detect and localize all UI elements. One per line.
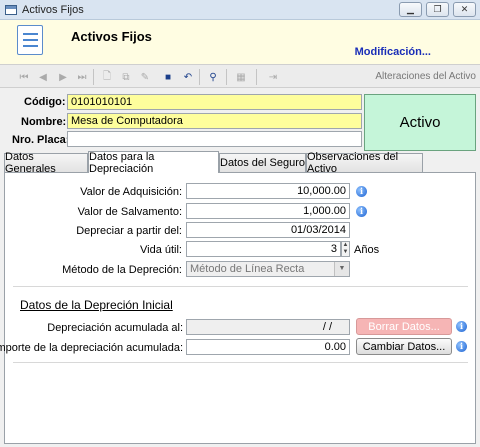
- vida-util-unit: Años: [354, 244, 380, 256]
- tab-seguro[interactable]: Datos del Seguro: [219, 153, 306, 172]
- acumulada-label: Depreciación acumulada al:: [47, 322, 183, 334]
- exit-icon[interactable]: ⇥: [265, 69, 281, 85]
- next-record-icon[interactable]: ▶: [55, 69, 71, 85]
- edit-record-icon[interactable]: ✎: [137, 69, 153, 85]
- tab-depreciacion[interactable]: Datos para la Depreciación: [88, 151, 219, 175]
- divider: [13, 362, 468, 363]
- toolbar-context-label: Alteraciones del Activo: [375, 71, 476, 82]
- toolbar: ⏮ ◀ ▶ ⏭ 🗋 ⧉ ✎ ■ ↶ ⚲ ▦ ⇥ Alteraciones del…: [0, 64, 480, 88]
- depreciar-label: Depreciar a partir del:: [76, 225, 182, 237]
- info-icon[interactable]: i: [356, 186, 367, 197]
- metodo-select[interactable]: Método de Línea Recta: [186, 261, 350, 277]
- first-record-icon[interactable]: ⏮: [16, 69, 32, 85]
- title-bar: Activos Fijos ▁ ❐ ✕: [0, 0, 480, 20]
- close-icon[interactable]: ✕: [453, 2, 476, 17]
- save-icon[interactable]: ■: [160, 69, 176, 85]
- window-title: Activos Fijos: [22, 3, 84, 16]
- tab-datos-generales[interactable]: Datos Generales: [4, 151, 88, 175]
- valor-adquisicion-label: Valor de Adquisición:: [80, 186, 182, 198]
- borrar-datos-button[interactable]: Borrar Datos...: [356, 318, 452, 335]
- importe-input[interactable]: 0.00: [186, 339, 350, 355]
- section-title: Datos de la Depreción Inicial: [20, 298, 173, 312]
- search-binoculars-icon[interactable]: ⚲: [205, 69, 221, 85]
- chevron-down-icon[interactable]: ▼: [334, 262, 349, 276]
- nombre-input[interactable]: Mesa de Computadora: [67, 113, 362, 129]
- last-record-icon[interactable]: ⏭: [74, 69, 90, 85]
- placa-label: Nro. Placa:: [12, 134, 70, 146]
- metodo-select-value: Método de Línea Recta: [190, 263, 305, 275]
- document-list-icon: [17, 25, 43, 55]
- tab-observaciones[interactable]: Observaciones del Activo: [306, 151, 423, 175]
- info-icon[interactable]: i: [456, 321, 467, 332]
- copy-record-icon[interactable]: ⧉: [118, 69, 134, 85]
- form-title: Activos Fijos: [71, 29, 152, 44]
- importe-label: Importe de la depreciación acumulada:: [0, 342, 183, 354]
- app-window-icon: [5, 4, 17, 15]
- toolbar-separator: [226, 69, 227, 85]
- new-record-icon[interactable]: 🗋: [99, 69, 115, 85]
- acumulada-fecha-input[interactable]: / /: [186, 319, 350, 335]
- info-icon[interactable]: i: [356, 206, 367, 217]
- depreciar-fecha-input[interactable]: 01/03/2014: [186, 222, 350, 238]
- vida-util-label: Vida útil:: [140, 244, 182, 256]
- divider: [13, 286, 468, 287]
- valor-salvamento-input[interactable]: 1,000.00: [186, 203, 350, 219]
- metodo-label: Método de la Depreción:: [62, 264, 182, 276]
- valor-salvamento-label: Valor de Salvamento:: [77, 206, 182, 218]
- grid-view-icon[interactable]: ▦: [233, 69, 249, 85]
- toolbar-separator: [199, 69, 200, 85]
- window-controls: ▁ ❐ ✕: [399, 2, 476, 17]
- undo-icon[interactable]: ↶: [180, 69, 196, 85]
- vida-util-stepper[interactable]: ▲ ▼: [341, 241, 350, 257]
- codigo-label: Código:: [24, 96, 66, 108]
- edit-mode-label: Modificación...: [354, 46, 431, 58]
- info-icon[interactable]: i: [456, 341, 467, 352]
- restore-icon[interactable]: ❐: [426, 2, 449, 17]
- toolbar-separator: [93, 69, 94, 85]
- acumulada-fecha-value: / /: [322, 321, 332, 333]
- codigo-input[interactable]: 0101010101: [67, 94, 362, 110]
- vida-util-input[interactable]: 3: [186, 241, 341, 257]
- toolbar-separator: [256, 69, 257, 85]
- minimize-icon[interactable]: ▁: [399, 2, 422, 17]
- placa-input[interactable]: [67, 131, 362, 147]
- cambiar-datos-button[interactable]: Cambiar Datos...: [356, 338, 452, 355]
- form-header: Activos Fijos Modificación...: [0, 20, 480, 64]
- valor-adquisicion-input[interactable]: 10,000.00: [186, 183, 350, 199]
- nombre-label: Nombre:: [21, 116, 67, 128]
- status-badge: Activo: [364, 94, 476, 151]
- previous-record-icon[interactable]: ◀: [35, 69, 51, 85]
